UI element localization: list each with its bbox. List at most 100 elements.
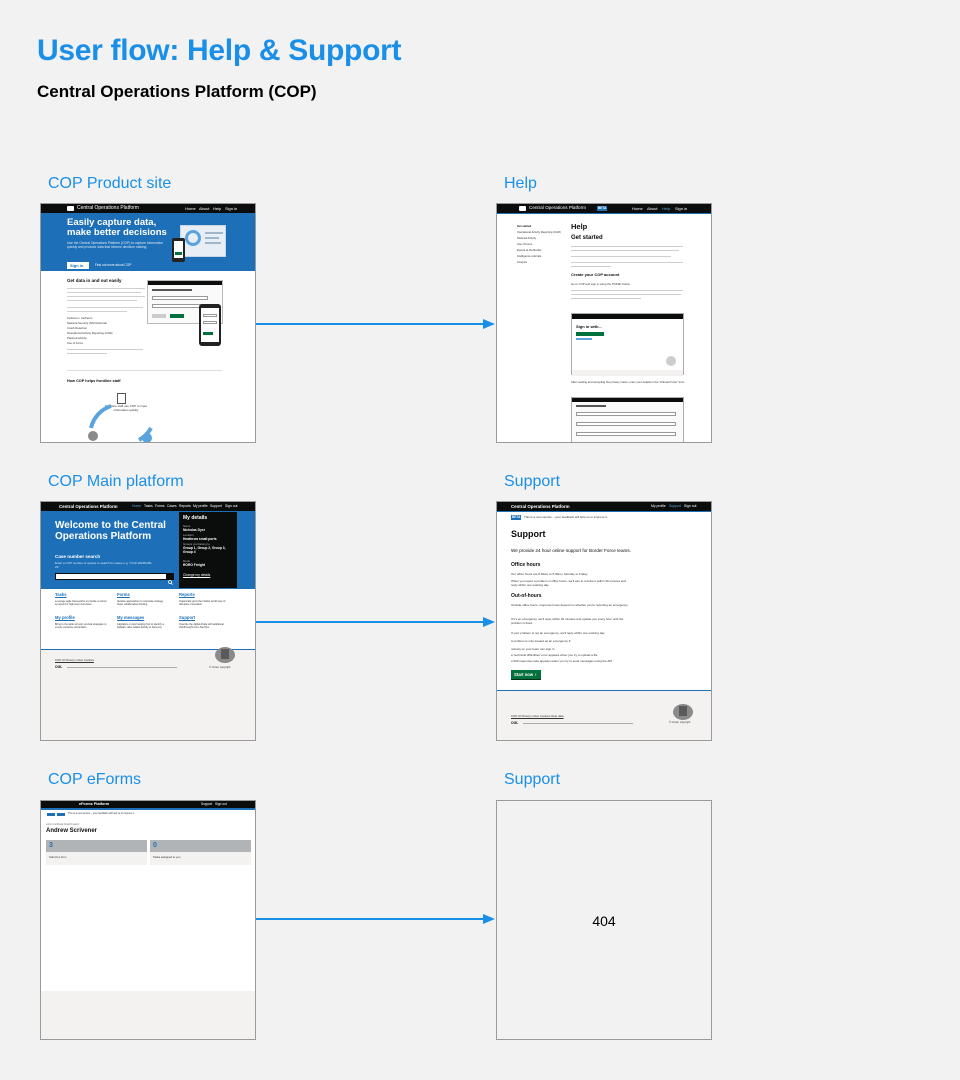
search-icon (168, 580, 173, 585)
page-subtitle: Central Operations Platform (COP) (37, 82, 317, 101)
nav-sign-out[interactable]: Sign out (215, 802, 227, 806)
page-title: User flow: Help & Support (37, 34, 402, 67)
copyright: © Crown copyright (669, 721, 691, 724)
nav-reports[interactable]: Reports (179, 504, 191, 508)
tile-text: Iterative approaches to corporate strate… (117, 600, 164, 606)
help-step2: After reading and accepting the privacy … (571, 380, 685, 384)
nav-support[interactable]: Support (210, 504, 222, 508)
find-out-link[interactable]: Find out more about COP (95, 263, 131, 267)
nav-my-profile[interactable]: My profile (651, 504, 666, 508)
beta-tag: BETA (511, 514, 521, 520)
nav-support[interactable]: Support (669, 504, 681, 508)
screen-cop-product-site[interactable]: Central Operations Platform Home About H… (40, 203, 256, 443)
crest-icon (666, 356, 676, 366)
sign-in-button[interactable]: Sign in (67, 262, 89, 269)
nav-sign-in[interactable]: Sign in (675, 206, 687, 211)
nav-home[interactable]: Home (132, 504, 141, 508)
gov-header: Central Operations Platform BETA Home Ab… (497, 204, 711, 213)
flow-arrow-eforms-to-support (255, 914, 495, 924)
case-search-input[interactable] (55, 573, 167, 580)
label-cop-main-platform: COP Main platform (48, 473, 184, 490)
sidebar-item-oar[interactable]: Operational Activity Reporting (OAR) (517, 231, 561, 235)
donut-chart-icon (185, 230, 201, 246)
footer-links[interactable]: COP-UI Privacy notice Cookies (55, 659, 94, 662)
eforms-caption: eForms/Data Dashboard (46, 822, 79, 826)
nav-home[interactable]: Home (632, 206, 643, 211)
panel-submit-form[interactable]: 3 Submit a form (46, 840, 147, 865)
detail-value: RORO Freight (183, 563, 205, 567)
nav-help[interactable]: Help (213, 206, 221, 211)
office-hours-text: Our office hours are 8.30am to 5.30pm, M… (511, 572, 588, 576)
tile-reports[interactable]: Reports (179, 592, 195, 597)
nav-help[interactable]: Help (662, 206, 670, 211)
help-h2: Get started (571, 235, 603, 241)
screen-support-404[interactable]: 404 (496, 800, 712, 1040)
list-item: Planned Activity (67, 336, 87, 340)
header-brand: Central Operations Platform (59, 503, 118, 509)
ogl-logo: OGL (511, 721, 519, 725)
tile-text: Capitalize on low hanging fruit to ident… (117, 623, 164, 629)
tile-forms[interactable]: Forms (117, 592, 130, 597)
nav-my-profile[interactable]: My profile (193, 504, 208, 508)
panel-tasks-assigned[interactable]: 0 Tasks assigned to you (150, 840, 251, 865)
tile-my-profile[interactable]: My profile (55, 615, 75, 620)
royal-crest-icon (215, 647, 235, 663)
tile-support[interactable]: Support (179, 615, 195, 620)
out-of-hours-text3: If your problem is not an emergency, we'… (511, 631, 606, 635)
out-of-hours-text: Outside office hours, response times dep… (511, 603, 629, 607)
panel-label: Tasks assigned to you (153, 855, 181, 859)
nav-support[interactable]: Support (201, 802, 212, 806)
start-now-button[interactable]: Start now › (511, 670, 541, 679)
tile-my-messages[interactable]: My messages (117, 615, 144, 620)
sidebar-item-planned[interactable]: Planned Activity (517, 237, 536, 241)
not-found-text: 404 (592, 913, 616, 929)
screen-help[interactable]: Central Operations Platform BETA Home Ab… (496, 203, 712, 443)
sidebar-item-events[interactable]: Events at the Border (517, 249, 542, 253)
nav-sign-out[interactable]: Sign out (684, 504, 696, 508)
nav-tasks[interactable]: Tasks (144, 504, 153, 508)
help-h1: Help (571, 222, 588, 231)
nav-about[interactable]: About (199, 206, 209, 211)
office-hours-title: Office hours (511, 562, 541, 568)
phone-illustration (172, 238, 185, 262)
royal-crest-icon (673, 704, 693, 720)
sidebar-item-get-started[interactable]: Get started (517, 225, 531, 229)
list-item: National Security (NS) Referrals (67, 321, 107, 325)
office-hours-text2: When you report a problem in office hour… (511, 579, 626, 587)
tile-text: Override the digital divide with additio… (179, 623, 224, 629)
screen-cop-eforms[interactable]: eForms Platform Support Sign out This is… (40, 800, 256, 1040)
sidebar-item-use-of-force[interactable]: Use of Force (517, 243, 532, 247)
tile-text: Bring to the table win-win survival stra… (55, 623, 107, 629)
label-cop-product-site: COP Product site (48, 175, 172, 192)
beta-tag: BETA (597, 205, 607, 211)
emergency-item: nobody on your team can sign in (511, 647, 555, 651)
case-search-hint: Enter a COP number or quotes to search f… (55, 561, 153, 569)
screen-support[interactable]: Central Operations Platform My profile S… (496, 501, 712, 741)
nav-cases[interactable]: Cases (167, 504, 177, 508)
phone-form-illustration (199, 304, 221, 346)
beta-text: This is a new service – your feedback wi… (524, 515, 608, 519)
label-support-2: Support (504, 771, 561, 788)
change-details-link[interactable]: Change my details (183, 573, 210, 577)
tile-text: Leverage agile frameworks to provide a r… (55, 600, 107, 606)
nav-about[interactable]: About (647, 206, 657, 211)
nav-forms[interactable]: Forms (155, 504, 165, 508)
detail-value: Heathrow small ports (183, 537, 217, 541)
nav-sign-out[interactable]: Sign out (225, 504, 237, 508)
sidebar-item-intel[interactable]: Intelligence referrals (517, 255, 541, 259)
header-brand: Central Operations Platform (77, 205, 139, 211)
footer-links[interactable]: COP-UI Privacy notice Cookies Clear data (511, 715, 564, 718)
search-button[interactable] (167, 573, 174, 585)
sidebar-item-analysis[interactable]: Analysis (517, 261, 527, 265)
screen-cop-main-platform[interactable]: Central Operations Platform Home Tasks F… (40, 501, 256, 741)
nav-sign-in[interactable]: Sign in (225, 206, 237, 211)
beta-text: This is a new service – your feedback wi… (68, 812, 135, 815)
header-brand: Central Operations Platform (529, 205, 586, 210)
tile-tasks[interactable]: Tasks (55, 592, 67, 597)
crown-icon (519, 206, 526, 211)
support-intro: We provide 24 hour online support for Bo… (511, 548, 631, 553)
nav-home[interactable]: Home (185, 206, 196, 211)
crown-icon (67, 206, 74, 211)
flow-arrow-main-to-support (255, 617, 495, 627)
signin-screenshot: Sign in with... (571, 313, 684, 376)
